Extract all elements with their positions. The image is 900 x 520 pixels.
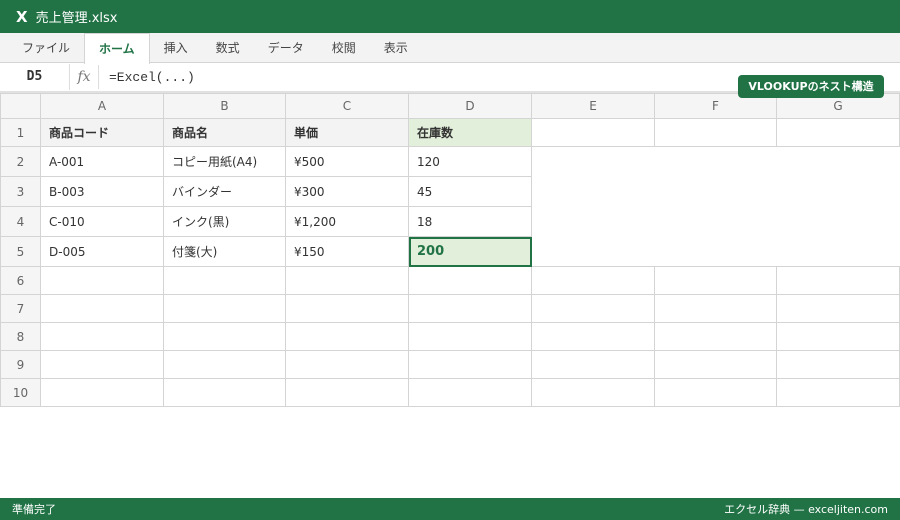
- column-header-e[interactable]: E: [531, 93, 655, 119]
- row-header[interactable]: 10: [0, 378, 41, 407]
- select-all-corner[interactable]: [0, 93, 41, 119]
- cell[interactable]: ¥1,200: [285, 206, 409, 237]
- row-header[interactable]: 1: [0, 118, 41, 147]
- row-header[interactable]: 9: [0, 350, 41, 379]
- cell[interactable]: [285, 322, 409, 351]
- cell[interactable]: [285, 350, 409, 379]
- cell[interactable]: [654, 266, 777, 295]
- cell[interactable]: [163, 350, 286, 379]
- header-cell[interactable]: 単価: [285, 118, 409, 147]
- row-header[interactable]: 2: [0, 146, 41, 177]
- row-header[interactable]: 7: [0, 294, 41, 323]
- row-header[interactable]: 3: [0, 176, 41, 207]
- cell[interactable]: コピー用紙(A4): [163, 146, 286, 177]
- cell[interactable]: ¥500: [285, 146, 409, 177]
- cell[interactable]: 18: [408, 206, 532, 237]
- cell[interactable]: D-005: [40, 236, 164, 267]
- excel-logo-icon: X: [16, 7, 28, 26]
- title-bar: X 売上管理.xlsx: [0, 0, 900, 33]
- cell[interactable]: ¥300: [285, 176, 409, 207]
- cell[interactable]: [776, 118, 900, 147]
- cell[interactable]: [531, 118, 655, 147]
- cell[interactable]: [776, 322, 900, 351]
- cell[interactable]: [654, 118, 777, 147]
- cell[interactable]: [776, 294, 900, 323]
- cell[interactable]: [408, 322, 532, 351]
- cell[interactable]: [40, 378, 164, 407]
- cell[interactable]: [40, 322, 164, 351]
- cell[interactable]: B-003: [40, 176, 164, 207]
- tab-review[interactable]: 校閲: [318, 33, 370, 62]
- cell[interactable]: [163, 322, 286, 351]
- cell[interactable]: 付箋(大): [163, 236, 286, 267]
- cell[interactable]: [776, 378, 900, 407]
- tab-insert[interactable]: 挿入: [150, 33, 202, 62]
- ribbon-tabs: ファイル ホーム 挿入 数式 データ 校閲 表示: [0, 33, 900, 64]
- cell[interactable]: [285, 294, 409, 323]
- cell[interactable]: [654, 378, 777, 407]
- spreadsheet-grid: A B C D E F G 1 商品コード 商品名 単価 在庫数 2 A-001…: [0, 93, 900, 407]
- cell[interactable]: [531, 350, 655, 379]
- status-bar: 準備完了 エクセル辞典 — exceljiten.com: [0, 498, 900, 520]
- cell[interactable]: [408, 378, 532, 407]
- file-name: 売上管理.xlsx: [35, 11, 118, 26]
- cell[interactable]: [531, 294, 655, 323]
- tab-view[interactable]: 表示: [370, 33, 422, 62]
- empty-area[interactable]: [531, 146, 900, 267]
- cell[interactable]: [285, 378, 409, 407]
- row-header[interactable]: 4: [0, 206, 41, 237]
- status-ready: 準備完了: [12, 503, 56, 516]
- cell[interactable]: [40, 266, 164, 295]
- cell[interactable]: [40, 294, 164, 323]
- cell[interactable]: [776, 266, 900, 295]
- cell[interactable]: バインダー: [163, 176, 286, 207]
- name-box[interactable]: D5: [0, 64, 70, 90]
- formula-input[interactable]: =Excel(...): [99, 70, 195, 85]
- row-header[interactable]: 5: [0, 236, 41, 267]
- vlookup-badge: VLOOKUPのネスト構造: [738, 75, 884, 98]
- tab-data[interactable]: データ: [254, 33, 318, 62]
- cell[interactable]: [531, 378, 655, 407]
- cell[interactable]: [163, 378, 286, 407]
- cell[interactable]: [163, 266, 286, 295]
- cell[interactable]: 120: [408, 146, 532, 177]
- header-cell[interactable]: 商品名: [163, 118, 286, 147]
- tab-formulas[interactable]: 数式: [202, 33, 254, 62]
- column-header-a[interactable]: A: [40, 93, 164, 119]
- cell[interactable]: [776, 350, 900, 379]
- tab-home[interactable]: ホーム: [84, 33, 150, 64]
- cell[interactable]: [408, 266, 532, 295]
- cell[interactable]: [654, 350, 777, 379]
- cell[interactable]: C-010: [40, 206, 164, 237]
- cell[interactable]: 45: [408, 176, 532, 207]
- cell[interactable]: インク(黒): [163, 206, 286, 237]
- row-header[interactable]: 6: [0, 266, 41, 295]
- header-cell[interactable]: 商品コード: [40, 118, 164, 147]
- tab-file[interactable]: ファイル: [8, 33, 84, 62]
- fx-icon[interactable]: fx: [70, 65, 99, 89]
- cell[interactable]: [285, 266, 409, 295]
- cell[interactable]: [531, 322, 655, 351]
- cell[interactable]: [163, 294, 286, 323]
- status-credit: エクセル辞典 — exceljiten.com: [724, 503, 888, 516]
- cell[interactable]: [408, 294, 532, 323]
- selected-cell-d5[interactable]: 200: [408, 236, 532, 267]
- cell[interactable]: [40, 350, 164, 379]
- cell[interactable]: [654, 294, 777, 323]
- cell[interactable]: [408, 350, 532, 379]
- header-cell[interactable]: 在庫数: [408, 118, 532, 147]
- cell[interactable]: ¥150: [285, 236, 409, 267]
- cell[interactable]: [654, 322, 777, 351]
- column-header-d[interactable]: D: [408, 93, 532, 119]
- cell[interactable]: [531, 266, 655, 295]
- row-header[interactable]: 8: [0, 322, 41, 351]
- column-header-b[interactable]: B: [163, 93, 286, 119]
- cell[interactable]: A-001: [40, 146, 164, 177]
- column-header-c[interactable]: C: [285, 93, 409, 119]
